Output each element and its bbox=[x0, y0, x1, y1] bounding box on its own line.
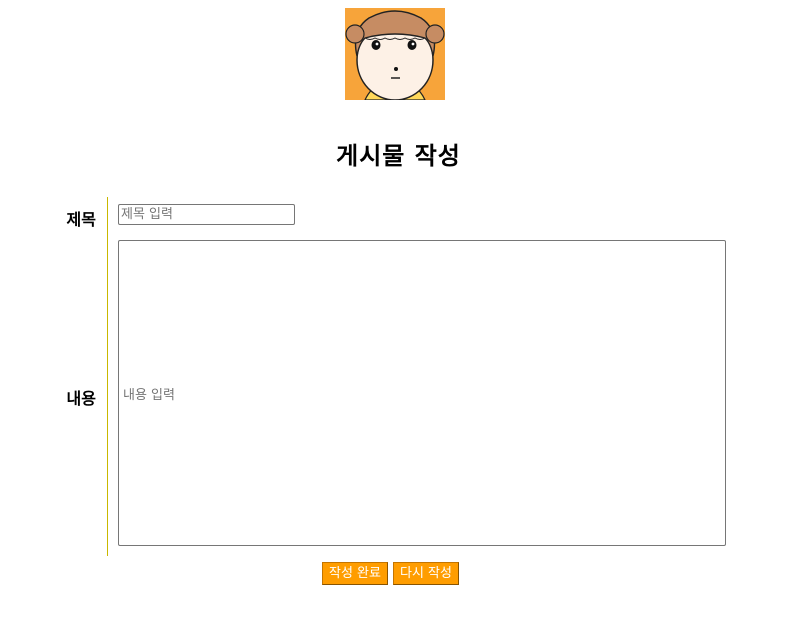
title-input[interactable] bbox=[118, 204, 295, 225]
reset-button[interactable]: 다시 작성 bbox=[392, 562, 459, 585]
form-actions: 작성 완료 다시 작성 bbox=[322, 562, 459, 585]
post-write-page: 게시물 작성 제목 내용 내용 입력 작성 완료 다시 작성 bbox=[0, 0, 810, 619]
submit-button[interactable]: 작성 완료 bbox=[322, 562, 388, 585]
avatar-image bbox=[345, 8, 445, 100]
label-column: 제목 내용 bbox=[0, 197, 108, 556]
cartoon-face-icon bbox=[345, 8, 445, 100]
content-placeholder: 내용 입력 bbox=[123, 387, 175, 403]
content-textarea[interactable]: 내용 입력 bbox=[118, 240, 726, 546]
content-label: 내용 bbox=[66, 389, 96, 408]
title-label: 제목 bbox=[66, 210, 96, 229]
post-form: 제목 내용 내용 입력 bbox=[0, 197, 810, 557]
page-title: 게시물 작성 bbox=[336, 142, 461, 170]
